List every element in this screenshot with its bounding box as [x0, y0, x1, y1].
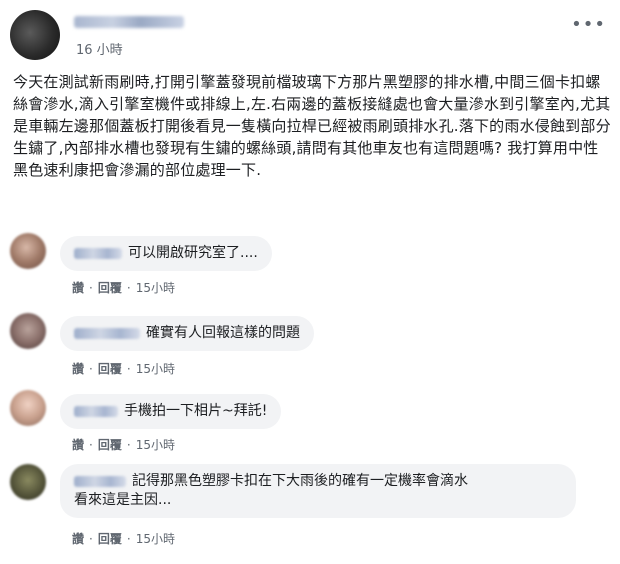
- like-link[interactable]: 讚: [72, 362, 84, 376]
- commenter-name-redacted[interactable]: [74, 247, 122, 259]
- reply-link[interactable]: 回覆: [98, 362, 122, 376]
- commenter-avatar[interactable]: [10, 233, 46, 269]
- like-link[interactable]: 讚: [72, 532, 84, 546]
- post-header: 16 小時 •••: [10, 8, 610, 60]
- comment-actions: 讚 · 回覆 · 15小時: [72, 360, 175, 377]
- separator-dot: ·: [126, 532, 131, 546]
- reply-link[interactable]: 回覆: [98, 438, 122, 452]
- comment-text: 手機拍一下相片~拜託!: [124, 403, 268, 419]
- comment-actions: 讚 · 回覆 · 15小時: [72, 279, 175, 296]
- comment-bubble: 確實有人回報這樣的問題: [60, 316, 314, 351]
- reply-link[interactable]: 回覆: [98, 532, 122, 546]
- comment-timestamp[interactable]: 15小時: [136, 532, 175, 546]
- comment-timestamp[interactable]: 15小時: [136, 438, 175, 452]
- commenter-avatar[interactable]: [10, 390, 46, 426]
- comment-bubble: 記得那黑色塑膠卡扣在下大雨後的確有一定機率會滴水 看來這是主因...: [60, 464, 576, 518]
- post-timestamp[interactable]: 16 小時: [76, 39, 123, 58]
- commenter-avatar[interactable]: [10, 464, 46, 500]
- separator-dot: ·: [89, 281, 93, 295]
- separator-dot: ·: [89, 362, 93, 376]
- separator-dot: ·: [89, 438, 93, 452]
- separator-dot: ·: [126, 362, 131, 376]
- comment-bubble: 可以開啟研究室了....: [60, 236, 272, 271]
- comment-text-line2: 看來這是主因...: [74, 492, 172, 508]
- separator-dot: ·: [89, 532, 93, 546]
- more-options-icon[interactable]: •••: [571, 14, 606, 35]
- comment-text: 確實有人回報這樣的問題: [146, 325, 300, 341]
- commenter-name-redacted[interactable]: [74, 475, 126, 487]
- post-text: 今天在測試新雨刷時,打開引擎蓋發現前檔玻璃下方那片黑塑膠的排水槽,中間三個卡扣螺…: [13, 73, 611, 179]
- comment-bubble: 手機拍一下相片~拜託!: [60, 394, 282, 429]
- comment-actions: 讚 · 回覆 · 15小時: [72, 530, 175, 547]
- commenter-avatar[interactable]: [10, 313, 46, 349]
- separator-dot: ·: [126, 438, 131, 452]
- like-link[interactable]: 讚: [72, 438, 84, 452]
- author-name-redacted[interactable]: [74, 16, 184, 28]
- commenter-name-redacted[interactable]: [74, 327, 140, 339]
- reply-link[interactable]: 回覆: [98, 281, 122, 295]
- like-link[interactable]: 讚: [72, 281, 84, 295]
- separator-dot: ·: [126, 281, 131, 295]
- author-avatar[interactable]: [10, 10, 60, 60]
- comment-text-line1: 記得那黑色塑膠卡扣在下大雨後的確有一定機率會滴水: [132, 473, 468, 489]
- comment-actions: 讚 · 回覆 · 15小時: [72, 436, 175, 453]
- commenter-name-redacted[interactable]: [74, 405, 118, 417]
- comment-timestamp[interactable]: 15小時: [136, 362, 175, 376]
- comment-text: 可以開啟研究室了....: [128, 245, 258, 261]
- comment-timestamp[interactable]: 15小時: [136, 281, 175, 295]
